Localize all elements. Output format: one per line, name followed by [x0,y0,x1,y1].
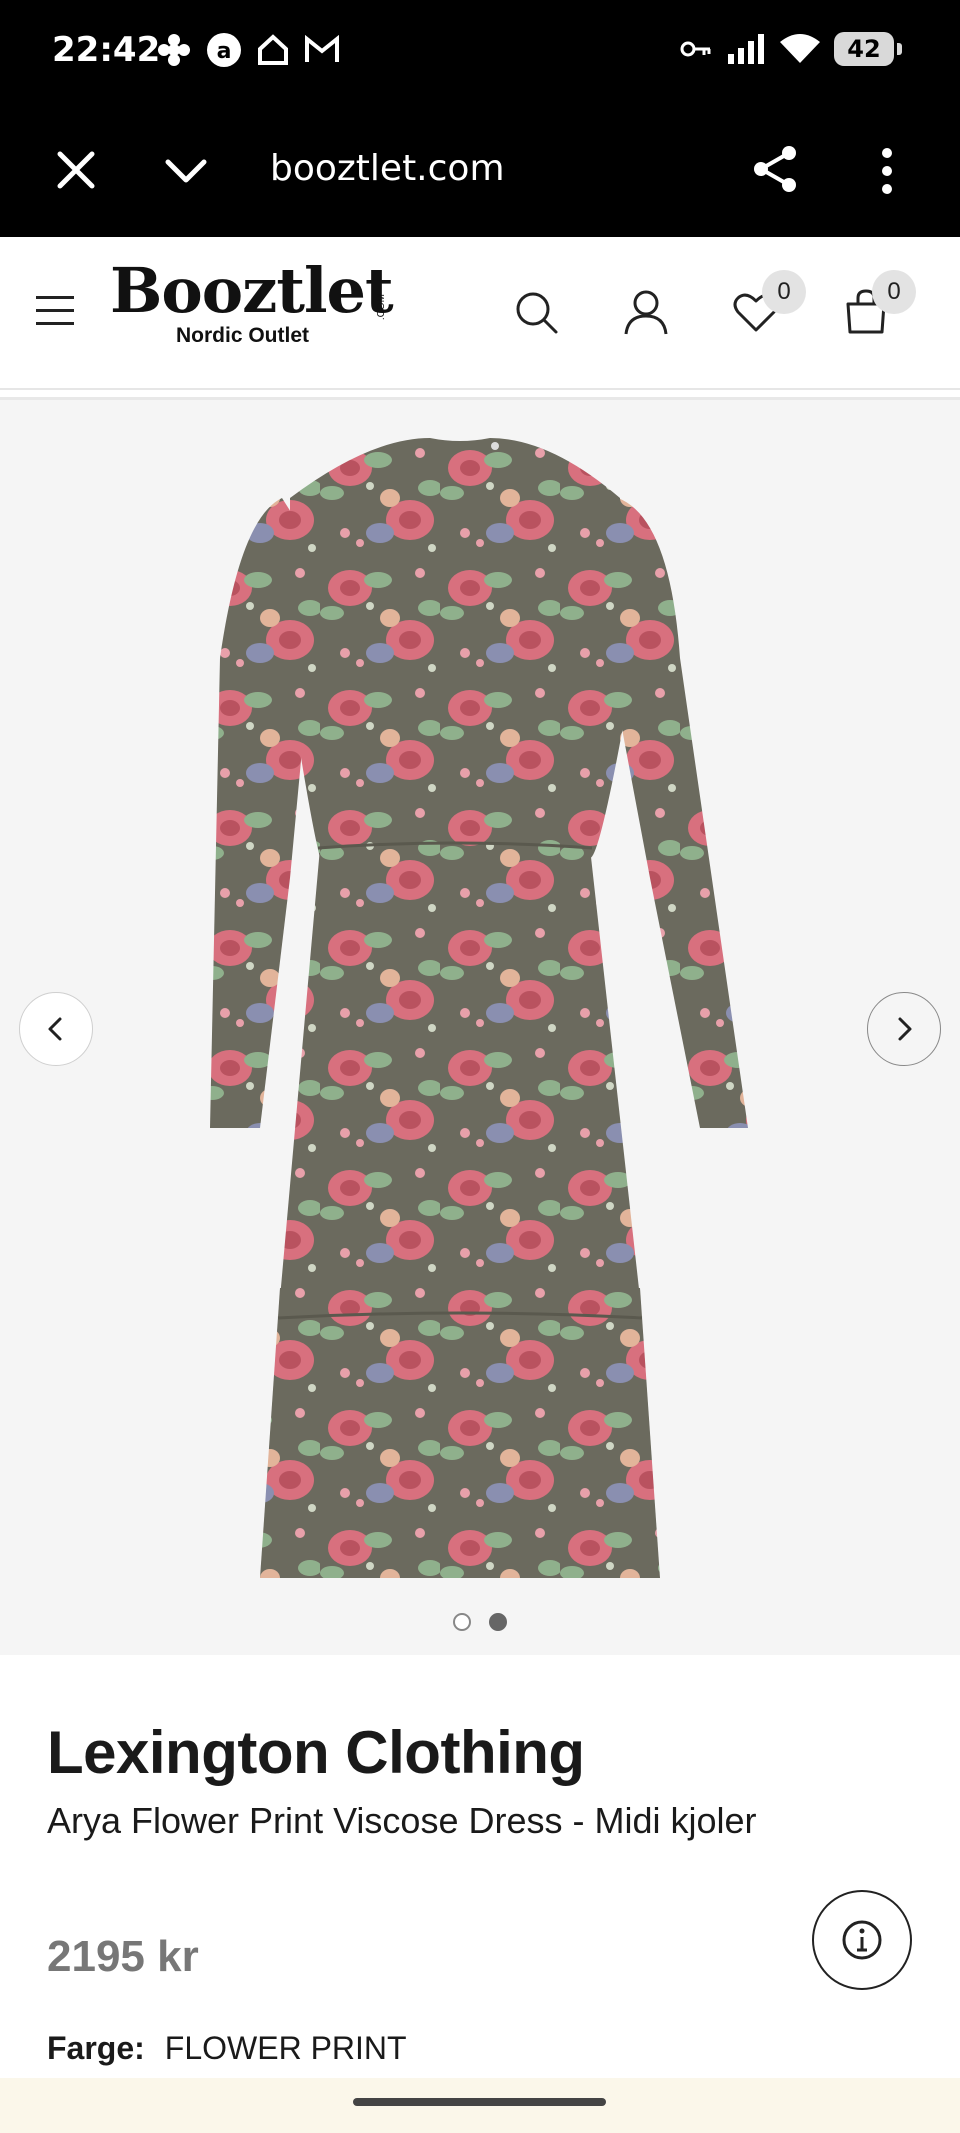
svg-text:a: a [217,39,232,64]
logo-com: .COM [376,294,387,321]
gallery-dot-2[interactable] [489,1613,507,1631]
home-indicator[interactable] [353,2098,606,2106]
color-value: FLOWER PRINT [164,2030,407,2066]
cart-count-badge: 0 [872,270,916,314]
status-left-icons: a [156,32,340,68]
previous-image-button[interactable] [19,992,93,1066]
site-header: Booztlet .COM Nordic Outlet 0 0 [0,240,960,390]
more-vert-icon[interactable] [872,146,902,196]
product-image-gallery[interactable] [0,400,960,1655]
flower-notification-icon [158,34,190,66]
gallery-pagination [453,1613,507,1631]
close-icon[interactable] [54,148,98,192]
product-name: Arya Flower Print Viscose Dress - Midi k… [47,1800,757,1841]
status-bar: 22:42 a 42 [0,0,960,102]
address-bar-url[interactable]: booztlet.com [270,148,505,189]
status-time: 22:42 [52,30,161,70]
logo-wordmark: Booztlet [110,254,394,327]
product-image [210,438,748,1578]
color-row: Farge: FLOWER PRINT [47,2030,407,2067]
search-icon[interactable] [512,288,560,336]
key-icon [680,41,711,57]
site-logo[interactable]: Booztlet .COM Nordic Outlet [110,254,394,348]
chevron-down-icon[interactable] [162,154,210,186]
product-price: 2195 kr [47,1932,199,1981]
chevron-right-icon [898,1017,912,1041]
info-icon [842,1920,882,1960]
wifi-icon [780,34,820,63]
home-notification-icon [258,34,288,65]
signal-icon [728,34,764,64]
status-right-icons: 42 [680,32,902,66]
product-brand[interactable]: Lexington Clothing [47,1718,585,1787]
wishlist-count-badge: 0 [762,270,806,314]
logo-tagline: Nordic Outlet [176,324,310,347]
gallery-dot-1[interactable] [453,1613,471,1631]
browser-toolbar: booztlet.com [0,102,960,237]
wishlist-button[interactable]: 0 [732,270,806,336]
next-image-button[interactable] [867,992,941,1066]
share-icon[interactable] [750,144,800,194]
menu-icon[interactable] [36,296,76,330]
color-label: Farge: [47,2030,145,2066]
gmail-icon [305,35,339,62]
app-notification-icon: a [207,33,241,67]
chevron-left-icon [48,1017,62,1041]
battery-icon: 42 [834,32,902,66]
info-button[interactable] [812,1890,912,1990]
account-icon[interactable] [622,288,670,336]
cart-button[interactable]: 0 [842,270,916,336]
